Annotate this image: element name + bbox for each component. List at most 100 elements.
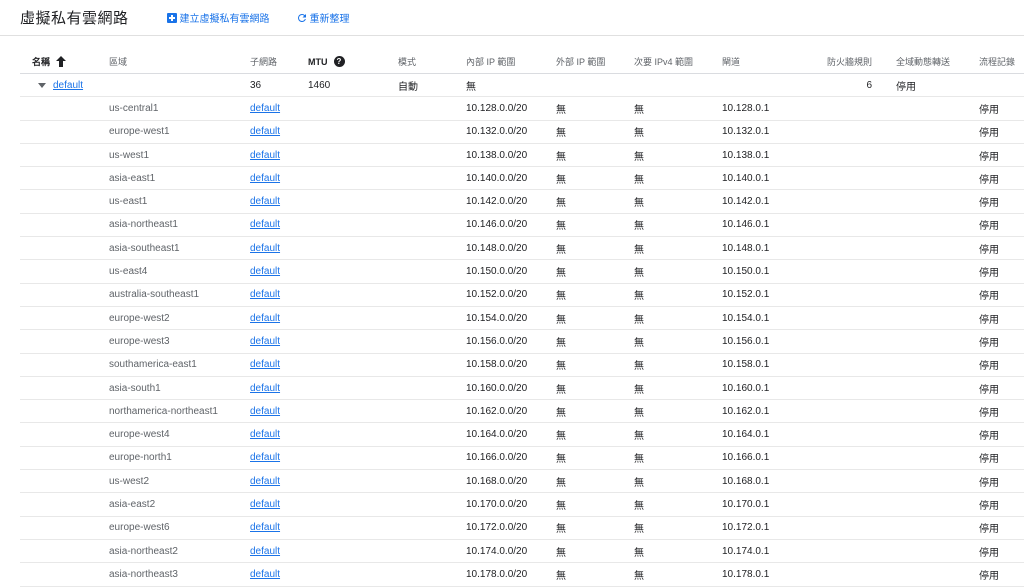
subnet-internal-ip-cell: 10.160.0.0/20 <box>466 377 556 399</box>
subnet-name-link-cell: default <box>250 121 300 143</box>
subnet-name-link-cell: default <box>250 540 300 562</box>
subnet-name-link[interactable]: default <box>250 476 280 487</box>
subnet-secondary-ip-cell: 無 <box>634 260 722 282</box>
refresh-button[interactable]: 重新整理 <box>296 10 350 25</box>
header-subnets[interactable]: 子網路 <box>250 50 300 73</box>
subnet-name-link[interactable]: default <box>250 126 280 137</box>
subnet-name-link[interactable]: default <box>250 196 280 207</box>
subnet-flow-logs-cell: 停用 <box>979 214 1024 236</box>
subnet-secondary-ip-cell: 無 <box>634 330 722 352</box>
subnet-name-link[interactable]: default <box>250 406 280 417</box>
subnet-name-link[interactable]: default <box>250 569 280 580</box>
subnet-name-link[interactable]: default <box>250 452 280 463</box>
subnet-name-link[interactable]: default <box>250 522 280 533</box>
subnet-gateway: 10.170.0.1 <box>722 498 770 510</box>
subnet-region: europe-north1 <box>109 452 172 464</box>
header-secondary-ip[interactable]: 次要 IPv4 範圍 <box>634 50 722 73</box>
subnet-gateway: 10.140.0.1 <box>722 172 770 184</box>
subnet-internal-ip-cell: 10.166.0.0/20 <box>466 447 556 469</box>
subnet-secondary-ip-cell: 無 <box>634 237 722 259</box>
subnet-gateway-cell: 10.150.0.1 <box>722 260 812 282</box>
subnet-secondary-ip-cell: 無 <box>634 167 722 189</box>
subnet-name-link[interactable]: default <box>250 289 280 300</box>
subnet-name-link[interactable]: default <box>250 243 280 254</box>
subnet-internal-ip-cell: 10.174.0.0/20 <box>466 540 556 562</box>
subnet-internal-ip: 10.138.0.0/20 <box>466 149 528 161</box>
table-row: asia-northeast2 default 10.174.0.0/20 無 無 10.… <box>20 540 1024 564</box>
subnet-internal-ip-cell: 10.158.0.0/20 <box>466 354 556 376</box>
subnet-name-link[interactable]: default <box>250 383 280 394</box>
header-mtu[interactable]: MTU ? <box>308 50 378 73</box>
subnet-gateway: 10.174.0.1 <box>722 545 770 557</box>
help-icon[interactable]: ? <box>333 56 345 67</box>
subnet-region: europe-west1 <box>109 126 170 138</box>
subnet-name-link[interactable]: default <box>250 336 280 347</box>
network-routing: 停用 <box>896 81 916 93</box>
subnet-name-link[interactable]: default <box>250 429 280 440</box>
subnet-flow-logs: 停用 <box>979 384 999 396</box>
subnet-secondary-ip: 無 <box>634 454 644 466</box>
subnet-internal-ip: 10.154.0.0/20 <box>466 312 528 324</box>
subnet-gateway: 10.158.0.1 <box>722 359 770 371</box>
subnet-external-ip: 無 <box>556 174 566 186</box>
subnet-name-link[interactable]: default <box>250 313 280 324</box>
subnet-name-link[interactable]: default <box>250 266 280 277</box>
subnet-gateway-cell: 10.164.0.1 <box>722 423 812 445</box>
subnet-gateway: 10.178.0.1 <box>722 568 770 580</box>
subnet-external-ip-cell: 無 <box>556 400 634 422</box>
subnet-secondary-ip-cell: 無 <box>634 354 722 376</box>
subnet-external-ip: 無 <box>556 198 566 210</box>
subnet-region: us-west2 <box>109 475 150 487</box>
subnet-name-link[interactable]: default <box>250 150 280 161</box>
header-routing[interactable]: 全域動態轉送 <box>896 50 978 73</box>
subnet-flow-logs: 停用 <box>979 104 999 116</box>
subnet-name-link[interactable]: default <box>250 359 280 370</box>
header-mode[interactable]: 模式 <box>398 50 458 73</box>
subnet-gateway: 10.166.0.1 <box>722 452 770 464</box>
header-internal-ip[interactable]: 內部 IP 範圍 <box>466 50 556 73</box>
subnet-internal-ip-cell: 10.146.0.0/20 <box>466 214 556 236</box>
header-gateway[interactable]: 閘道 <box>722 50 812 73</box>
subnet-name-link[interactable]: default <box>250 103 280 114</box>
subnet-flow-logs-cell: 停用 <box>979 330 1024 352</box>
subnet-internal-ip: 10.140.0.0/20 <box>466 172 528 184</box>
subnet-external-ip-cell: 無 <box>556 237 634 259</box>
subnet-secondary-ip: 無 <box>634 151 644 163</box>
subnet-flow-logs: 停用 <box>979 268 999 280</box>
subnet-list: us-central1 default 10.128.0.0/20 無無 10.128.… <box>20 97 1024 587</box>
subnet-gateway: 10.160.0.1 <box>722 382 770 394</box>
subnet-name-link[interactable]: default <box>250 173 280 184</box>
subnet-internal-ip: 10.148.0.0/20 <box>466 242 528 254</box>
subnet-secondary-ip: 無 <box>634 524 644 536</box>
subnet-region-cell: asia-east2 <box>109 493 249 515</box>
header-firewall[interactable]: 防火牆規則 <box>812 50 872 73</box>
caret-down-icon[interactable] <box>38 82 46 88</box>
subnet-external-ip-cell: 無 <box>556 470 634 492</box>
network-subnet-count: 36 <box>250 79 262 91</box>
header-name[interactable]: 名稱 <box>32 50 112 73</box>
subnet-region-cell: asia-northeast1 <box>109 214 249 236</box>
header-external-ip[interactable]: 外部 IP 範圍 <box>556 50 634 73</box>
subnet-flow-logs: 停用 <box>979 198 999 210</box>
subnet-name-link-cell: default <box>250 237 300 259</box>
subnet-flow-logs-cell: 停用 <box>979 190 1024 212</box>
subnet-name-link[interactable]: default <box>250 546 280 557</box>
subnet-gateway-cell: 10.160.0.1 <box>722 377 812 399</box>
table-row: us-east4 default 10.150.0.0/20 無 無 10.150.0.1… <box>20 260 1024 284</box>
subnet-name-link-cell: default <box>250 423 300 445</box>
header-region[interactable]: 區域 <box>109 50 249 73</box>
subnet-internal-ip: 10.156.0.0/20 <box>466 335 528 347</box>
header-flow-logs[interactable]: 流程記錄 <box>979 50 1024 73</box>
create-network-button[interactable]: 建立虛擬私有雲網路 <box>166 10 270 25</box>
subnet-flow-logs: 停用 <box>979 151 999 163</box>
subnet-name-link[interactable]: default <box>250 499 280 510</box>
subnet-external-ip: 無 <box>556 151 566 163</box>
network-name-link[interactable]: default <box>53 80 83 91</box>
subnet-secondary-ip: 無 <box>634 337 644 349</box>
subnet-external-ip-cell: 無 <box>556 377 634 399</box>
subnet-external-ip-cell: 無 <box>556 167 634 189</box>
subnet-name-link[interactable]: default <box>250 219 280 230</box>
subnet-flow-logs-cell: 停用 <box>979 377 1024 399</box>
table-row: asia-northeast3 default 10.178.0.0/20 無 無 10.… <box>20 563 1024 587</box>
subnet-secondary-ip-cell: 無 <box>634 377 722 399</box>
